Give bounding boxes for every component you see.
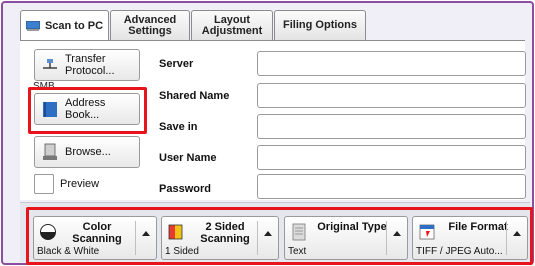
tab-scan-to-pc[interactable]: Scan to PC — [20, 10, 109, 41]
password-field[interactable] — [257, 174, 526, 199]
shared-name-label: Shared Name — [159, 90, 230, 102]
divider — [506, 221, 507, 255]
file-format-title: File Format — [448, 221, 508, 233]
two-sided-title: 2 Sided Scanning — [200, 221, 250, 245]
browse-label: Browse... — [65, 146, 111, 158]
server-label: Server — [159, 58, 194, 70]
address-book-button[interactable]: Address Book... — [34, 93, 140, 125]
file-format-value: TIFF / JPEG Auto... — [416, 246, 503, 257]
server-field[interactable] — [257, 51, 526, 76]
save-in-label: Save in — [159, 121, 198, 133]
color-scanning-title: Color Scanning — [72, 221, 122, 245]
original-type-value: Text — [288, 246, 307, 257]
chevron-up-icon — [393, 231, 401, 236]
transfer-protocol-label: Transfer Protocol... — [65, 53, 115, 77]
two-sided-value: 1 Sided — [165, 246, 199, 257]
shared-name-field[interactable] — [257, 83, 526, 108]
chevron-up-icon — [142, 231, 150, 236]
save-in-field[interactable] — [257, 114, 526, 139]
tab-layout-adjustment[interactable]: Layout Adjustment — [191, 10, 273, 40]
chevron-up-icon — [264, 231, 272, 236]
network-protocol-icon — [41, 56, 59, 74]
divider — [257, 221, 258, 255]
browse-button[interactable]: Browse... — [34, 136, 140, 168]
tab-label: Filing Options — [283, 19, 357, 31]
divider — [135, 221, 136, 255]
document-icon — [290, 223, 308, 241]
tab-label: Scan to PC — [44, 19, 104, 32]
protocol-value: SMB — [33, 81, 55, 92]
address-book-label: Address Book... — [65, 97, 106, 121]
two-sided-icon — [167, 223, 185, 241]
file-format-icon — [418, 223, 436, 241]
user-name-label: User Name — [159, 152, 217, 164]
browse-folder-icon — [41, 143, 59, 161]
preview-label: Preview — [60, 178, 100, 190]
original-type-button[interactable]: Original Type Text — [284, 216, 408, 260]
tab-label: Advanced Settings — [123, 13, 177, 37]
scan-to-pc-icon — [25, 20, 41, 31]
tab-advanced-settings[interactable]: Advanced Settings — [110, 10, 190, 40]
transfer-protocol-button[interactable]: Transfer Protocol... — [34, 49, 140, 81]
two-sided-scanning-button[interactable]: 2 Sided Scanning 1 Sided — [161, 216, 279, 260]
original-type-title: Original Type — [317, 221, 387, 233]
tab-bar: Scan to PC Advanced Settings Layout Adju… — [20, 10, 367, 41]
preview-toggle[interactable]: Preview — [34, 174, 99, 194]
user-name-field[interactable] — [257, 145, 526, 170]
tab-label: Layout Adjustment — [201, 13, 263, 37]
chevron-up-icon — [513, 231, 521, 236]
preview-checkbox[interactable] — [34, 174, 54, 194]
address-book-icon — [41, 100, 59, 118]
password-label: Password — [159, 183, 211, 195]
file-format-button[interactable]: File Format TIFF / JPEG Auto... — [412, 216, 528, 260]
tab-filing-options[interactable]: Filing Options — [274, 10, 366, 40]
color-scanning-value: Black & White — [37, 246, 100, 257]
divider — [386, 221, 387, 255]
color-scanning-button[interactable]: Color Scanning Black & White — [33, 216, 157, 260]
color-scanning-icon — [39, 223, 57, 241]
